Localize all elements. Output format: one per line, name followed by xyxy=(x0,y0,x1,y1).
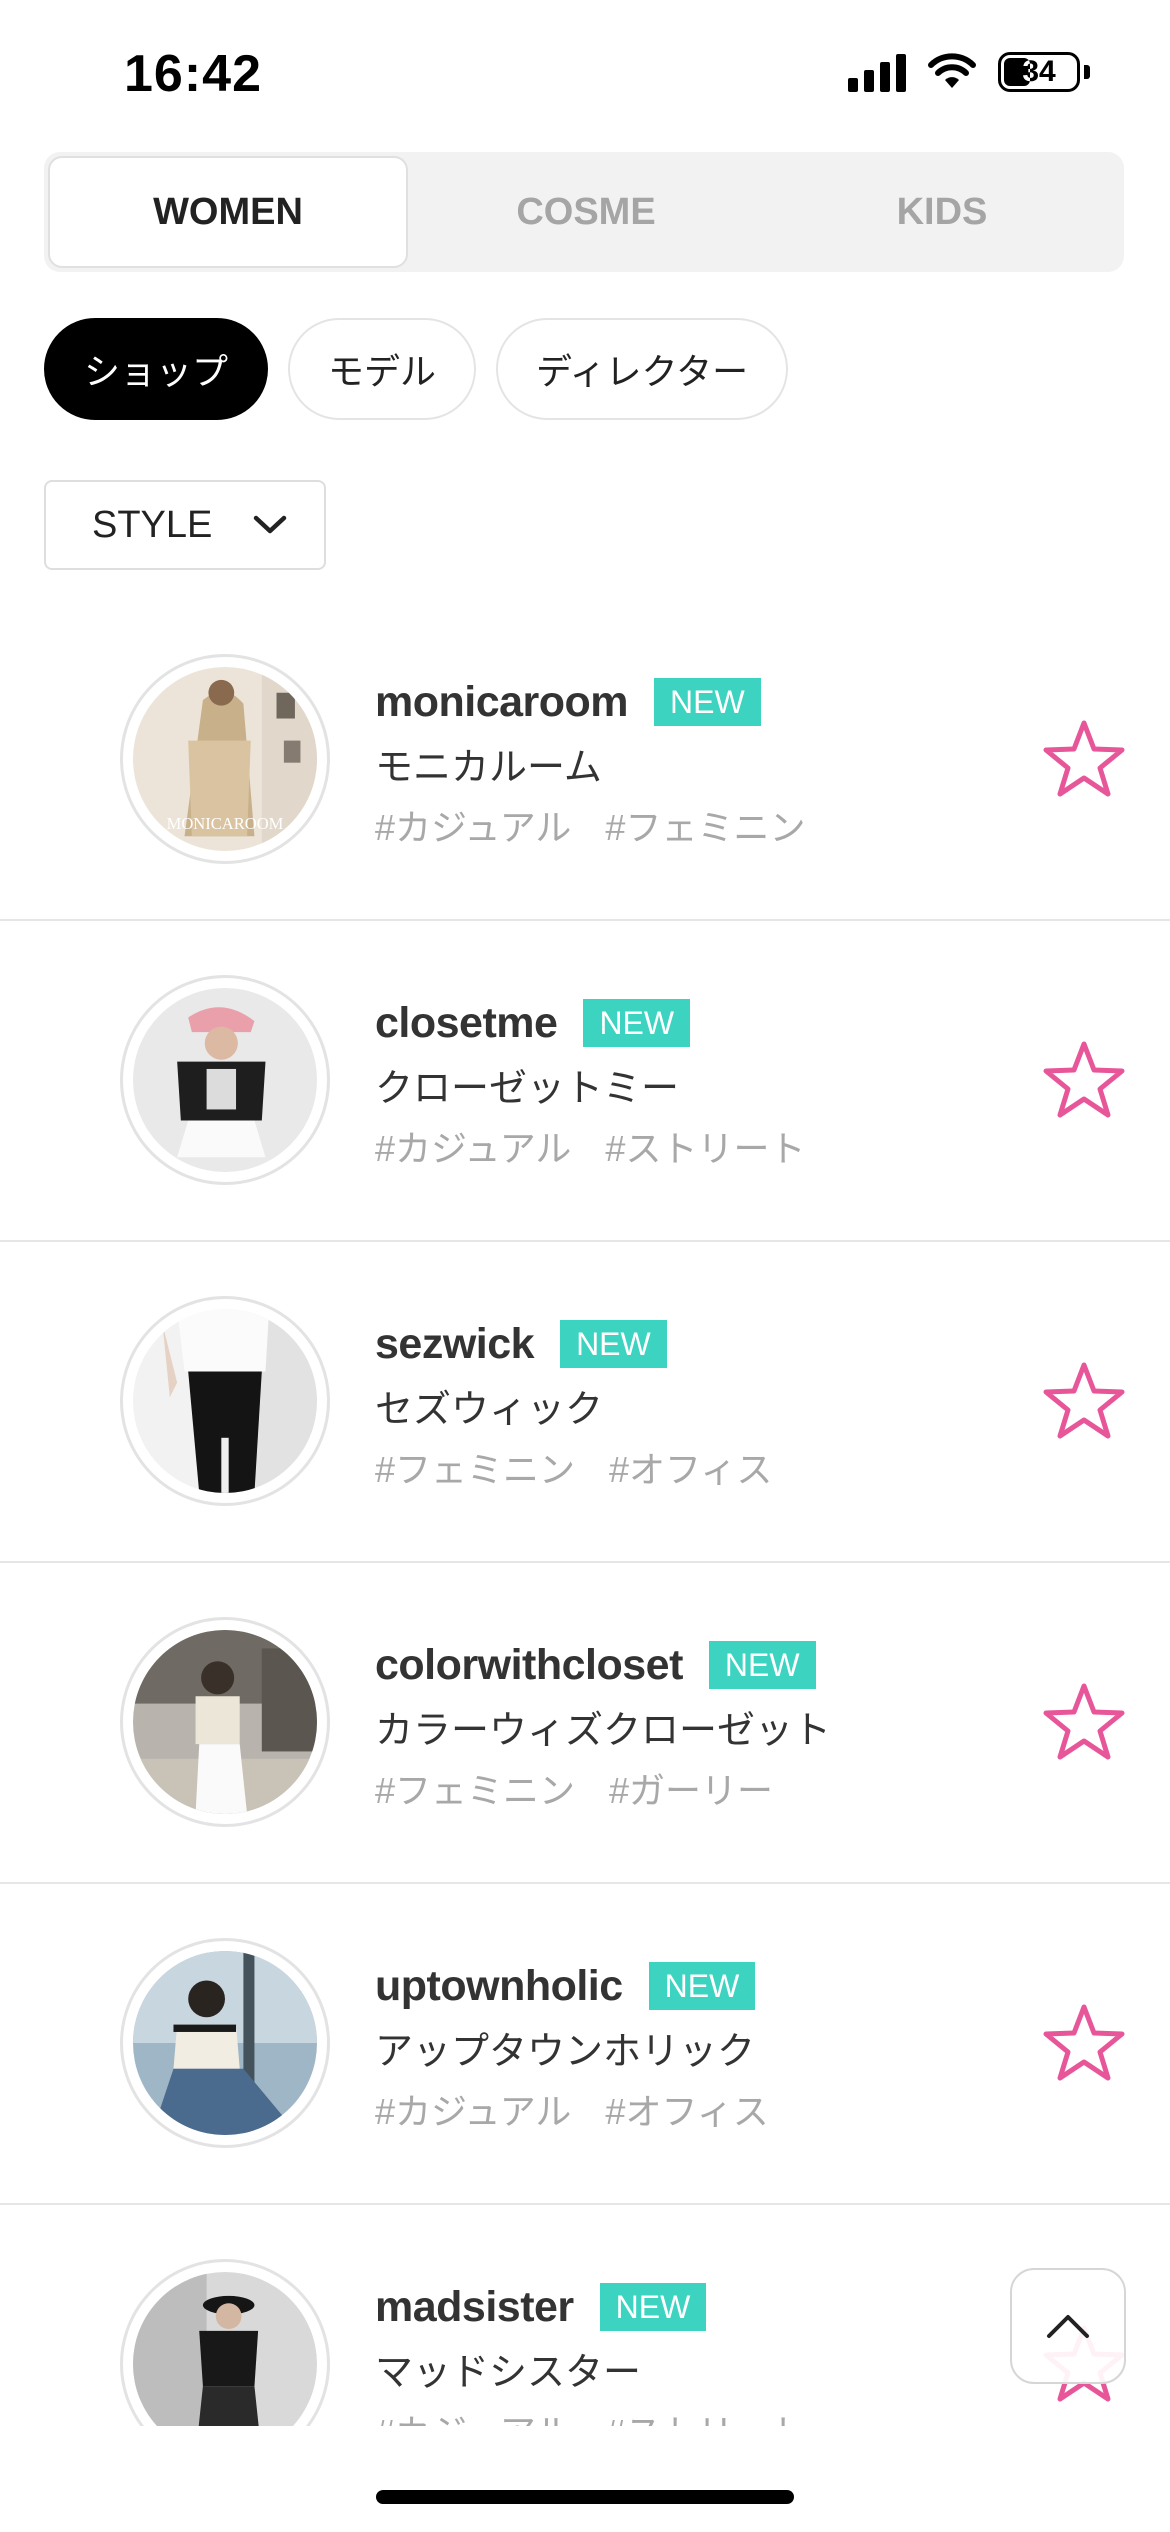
shop-info: sezwick NEW セズウィック #フェミニン #オフィス xyxy=(375,1316,772,1493)
shop-avatar xyxy=(120,1938,330,2148)
shop-tags: #フェミニン #オフィス xyxy=(375,1441,772,1493)
shop-avatar: MONICAROOM xyxy=(120,654,330,864)
new-badge: NEW xyxy=(654,678,761,726)
chip-model[interactable]: モデル xyxy=(288,318,477,420)
shop-row[interactable]: sezwick NEW セズウィック #フェミニン #オフィス xyxy=(0,1242,1170,1563)
shop-info: monicaroom NEW モニカルーム #カジュアル #フェミニン xyxy=(375,674,805,851)
shop-photo xyxy=(133,988,317,1172)
shop-jp-name: クローゼットミー xyxy=(375,1068,680,1110)
shop-row[interactable]: MONICAROOM monicaroom NEW モニカルーム #カジュアル … xyxy=(0,600,1170,921)
shop-avatar xyxy=(120,1296,330,1506)
shop-info: uptownholic NEW アップタウンホリック #カジュアル #オフィス xyxy=(375,1958,769,2135)
category-tabs: WOMEN COSME KIDS xyxy=(44,152,1124,272)
signal-icon xyxy=(848,52,906,92)
favorite-star-icon[interactable] xyxy=(1042,718,1126,798)
shop-tags: #フェミニン #ガーリー xyxy=(375,1762,831,1814)
shop-tags: #カジュアル #ストリート xyxy=(375,1120,805,1172)
shop-photo xyxy=(133,1951,317,2135)
filter-chips: ショップ モデル ディレクター xyxy=(44,318,789,420)
battery-level: 34 xyxy=(1022,55,1056,88)
shop-name: uptownholic xyxy=(375,1961,623,2010)
shop-name: sezwick xyxy=(375,1319,535,1368)
style-dropdown[interactable]: STYLE xyxy=(44,480,326,570)
shop-name: colorwithcloset xyxy=(375,1640,683,1689)
monicaroom-watermark: MONICAROOM xyxy=(167,814,284,833)
shop-tag[interactable]: #カジュアル xyxy=(375,1120,571,1172)
shop-jp-name: モニカルーム xyxy=(375,747,602,789)
shop-tag[interactable]: #フェミニン xyxy=(375,1441,575,1493)
scroll-to-top-button[interactable] xyxy=(1010,2268,1126,2384)
new-badge: NEW xyxy=(708,1641,816,1689)
home-indicator xyxy=(376,2490,794,2504)
shop-tag[interactable]: #ガーリー xyxy=(609,1762,773,1814)
shop-info: colorwithcloset NEW カラーウィズクローゼット #フェミニン … xyxy=(375,1637,831,1814)
shop-jp-name: セズウィック xyxy=(375,1389,604,1431)
shop-photo xyxy=(133,1630,317,1814)
battery-nub xyxy=(1084,65,1090,79)
shop-photo: MONICAROOM xyxy=(133,667,317,851)
shop-jp-name: カラーウィズクローゼット xyxy=(375,1710,832,1752)
tab-kids[interactable]: KIDS xyxy=(764,156,1120,268)
shop-tag[interactable]: #ストリート xyxy=(605,1120,805,1172)
shop-list: MONICAROOM monicaroom NEW モニカルーム #カジュアル … xyxy=(0,600,1170,2526)
shop-tags: #カジュアル #オフィス xyxy=(375,2083,769,2135)
bottom-area xyxy=(0,2426,1170,2532)
new-badge: NEW xyxy=(583,999,691,1047)
status-bar: 16:42 34 xyxy=(0,0,1170,150)
shop-row[interactable]: colorwithcloset NEW カラーウィズクローゼット #フェミニン … xyxy=(0,1563,1170,1884)
tab-women[interactable]: WOMEN xyxy=(48,156,408,268)
status-time: 16:42 xyxy=(124,45,262,103)
shop-row[interactable]: closetme NEW クローゼットミー #カジュアル #ストリート xyxy=(0,921,1170,1242)
shop-name: closetme xyxy=(375,998,558,1047)
shop-name: madsister xyxy=(375,2282,574,2331)
chip-shop[interactable]: ショップ xyxy=(44,318,269,420)
new-badge: NEW xyxy=(599,2283,707,2331)
shop-jp-name: マッドシスター xyxy=(375,2352,642,2394)
status-icons: 34 xyxy=(848,52,1090,92)
shop-avatar xyxy=(120,1617,330,1827)
style-dropdown-label: STYLE xyxy=(92,503,213,546)
shop-name: monicaroom xyxy=(375,677,629,726)
battery-icon: 34 xyxy=(998,52,1080,92)
shop-tag[interactable]: #オフィス xyxy=(609,1441,772,1493)
wifi-icon xyxy=(928,53,976,88)
chevron-down-icon xyxy=(253,515,287,534)
favorite-star-icon[interactable] xyxy=(1042,1360,1126,1440)
chip-director[interactable]: ディレクター xyxy=(496,318,789,420)
shop-info: closetme NEW クローゼットミー #カジュアル #ストリート xyxy=(375,995,805,1172)
favorite-star-icon[interactable] xyxy=(1042,1681,1126,1761)
shop-row[interactable]: uptownholic NEW アップタウンホリック #カジュアル #オフィス xyxy=(0,1884,1170,2205)
shop-tag[interactable]: #カジュアル xyxy=(375,799,571,851)
shop-avatar xyxy=(120,975,330,1185)
shop-tag[interactable]: #フェミニン xyxy=(605,799,805,851)
shop-tag[interactable]: #フェミニン xyxy=(375,1762,575,1814)
shop-tags: #カジュアル #フェミニン xyxy=(375,799,805,851)
shop-jp-name: アップタウンホリック xyxy=(375,2031,756,2073)
favorite-star-icon[interactable] xyxy=(1042,2002,1126,2082)
new-badge: NEW xyxy=(648,1962,756,2010)
chevron-up-icon xyxy=(1047,2315,1089,2338)
shop-tag[interactable]: #カジュアル xyxy=(375,2083,571,2135)
new-badge: NEW xyxy=(560,1320,667,1368)
tab-cosme[interactable]: COSME xyxy=(408,156,764,268)
favorite-star-icon[interactable] xyxy=(1042,1039,1126,1119)
shop-tag[interactable]: #オフィス xyxy=(605,2083,768,2135)
shop-photo xyxy=(133,1309,317,1493)
